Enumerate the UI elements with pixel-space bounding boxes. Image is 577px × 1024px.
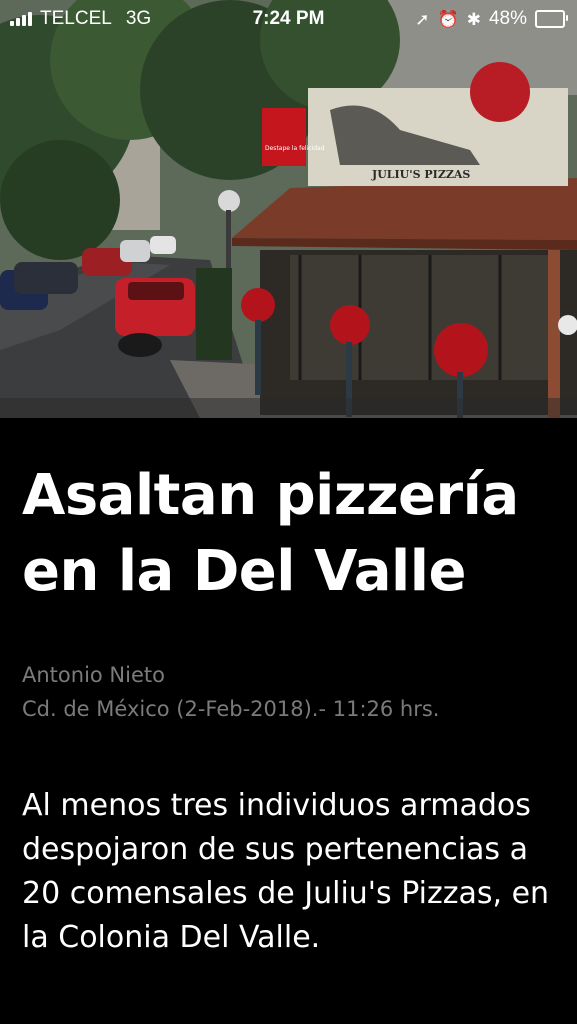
article-author: Antonio Nieto [22, 663, 165, 687]
bluetooth-icon: ✱ [466, 9, 481, 29]
article-body: Al menos tres individuos armados despoja… [22, 788, 550, 955]
status-bar-right: ➚ ⏰ ✱ 48% [415, 8, 568, 30]
location-arrow-icon: ➚ [415, 9, 430, 29]
article-byline: Antonio Nieto Cd. de México (2-Feb-2018)… [22, 658, 439, 726]
cocacola-sign-text: Destape la felicidad [265, 145, 325, 152]
article-dateline: Cd. de México (2-Feb-2018).- 11:26 hrs. [22, 697, 440, 721]
article-headline: Asaltan pizzería en la Del Valle [22, 463, 519, 604]
battery-percent: 48% [488, 8, 527, 29]
battery-icon [535, 10, 568, 28]
status-bar: TELCEL 3G 7:24 PM ➚ ⏰ ✱ 48% [0, 0, 577, 38]
street-photo: JULIU'S PIZZAS Destape la felicidad [0, 0, 577, 418]
alarm-icon: ⏰ [437, 9, 459, 29]
sign-text: JULIU'S PIZZAS [371, 168, 470, 181]
article-hero-image[interactable]: JULIU'S PIZZAS Destape la felicidad [0, 0, 577, 418]
